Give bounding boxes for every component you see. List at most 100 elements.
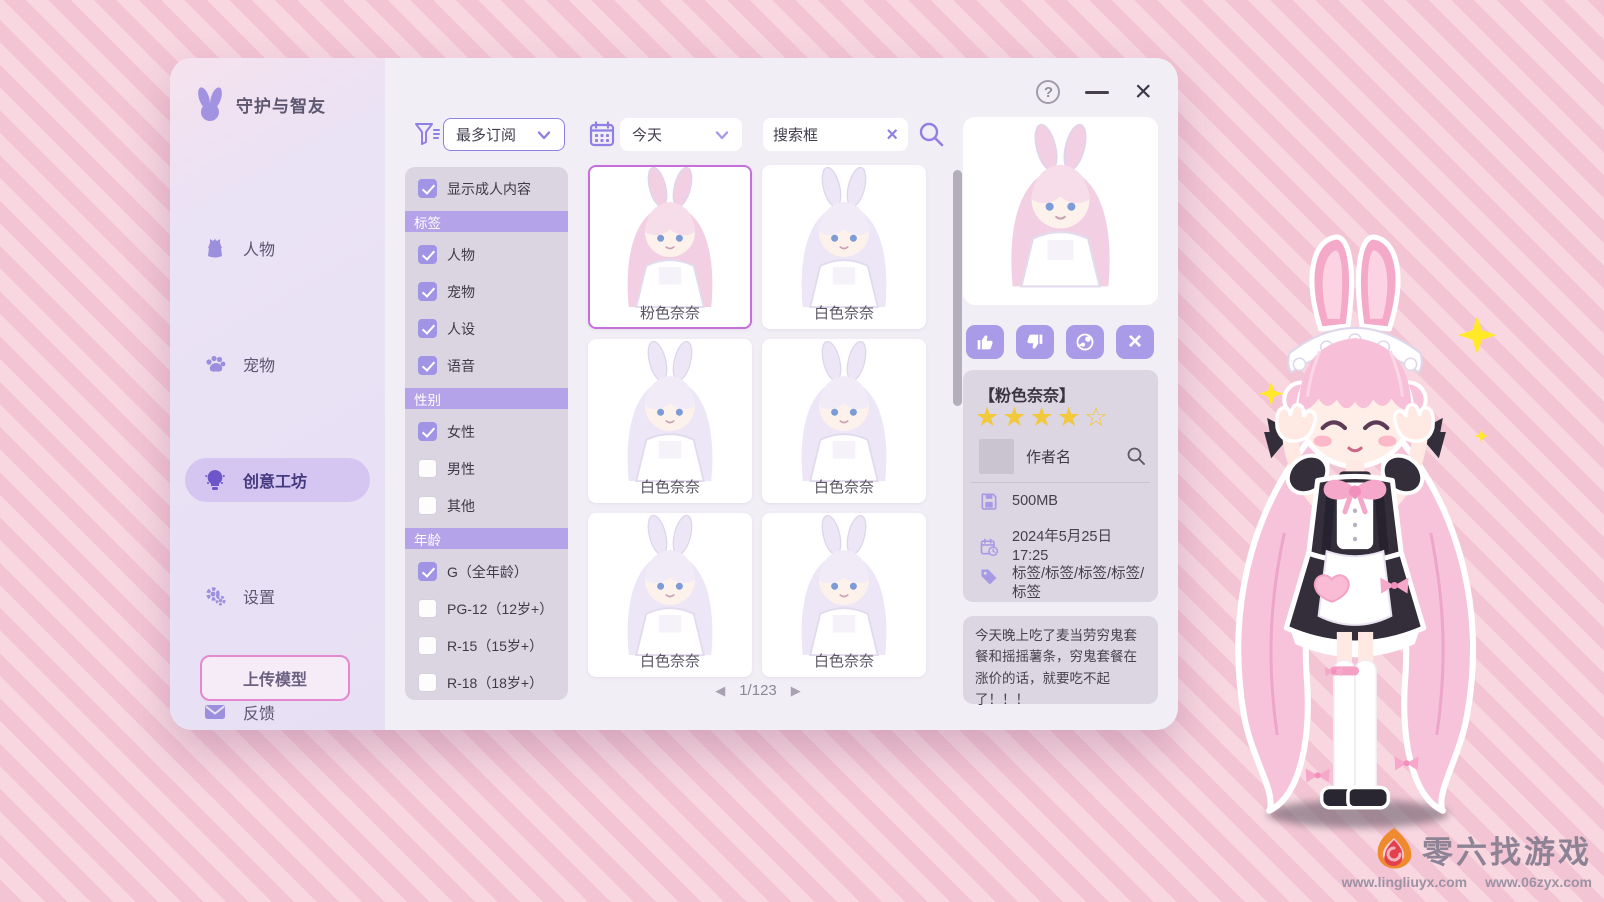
filter-tag-voice[interactable]: 语音 [405, 347, 568, 384]
filter-gender-other[interactable]: 其他 [405, 487, 568, 524]
minimize-button[interactable] [1084, 81, 1110, 103]
model-thumbnail [600, 515, 740, 665]
filter-show-adult[interactable]: 显示成人内容 [405, 170, 568, 207]
model-card-label: 白色奈奈 [588, 476, 752, 497]
filter-gender-male[interactable]: 男性 [405, 450, 568, 487]
filter-tag-persona[interactable]: 人设 [405, 310, 568, 347]
search-input[interactable] [773, 126, 878, 143]
watermark-logo-icon [1374, 826, 1414, 872]
floppy-disk-icon [979, 491, 999, 511]
date-dropdown[interactable]: 今天 [620, 118, 742, 151]
filter-age-pg12[interactable]: PG-12（12岁+） [405, 590, 568, 627]
watermark-site-name: 零六找游戏 [1422, 827, 1592, 872]
model-card[interactable]: 白色奈奈 [588, 513, 752, 677]
checkbox[interactable] [418, 673, 437, 692]
checkbox[interactable] [418, 356, 437, 375]
date-dropdown-value: 今天 [632, 124, 662, 145]
calendar-clock-icon [979, 537, 999, 557]
app-title: 守护与智友 [236, 92, 326, 117]
grid-scrollbar[interactable] [953, 170, 962, 406]
sidebar-item-workshop[interactable]: 创意工坊 [185, 458, 370, 502]
sparkle-icon [1259, 316, 1496, 443]
filter-tag-pet[interactable]: 宠物 [405, 273, 568, 310]
rating-stars[interactable]: ★★★★☆ [975, 402, 1111, 433]
page-indicator: 1/123 [739, 682, 777, 699]
help-icon: ? [1044, 84, 1053, 101]
model-card[interactable]: 白色奈奈 [588, 339, 752, 503]
x-icon: × [1128, 330, 1142, 354]
checkbox[interactable] [418, 319, 437, 338]
steam-button[interactable] [1066, 325, 1104, 359]
filter-section-gender: 性别 [405, 388, 568, 409]
checkbox-label: G（全年龄） [447, 562, 528, 582]
mail-icon [203, 700, 227, 724]
tag-icon [979, 567, 999, 587]
upload-model-button[interactable]: 上传模型 [200, 655, 350, 701]
star-filled-icon: ★ [1029, 402, 1056, 432]
model-thumbnail [774, 515, 914, 665]
sidebar-item-settings[interactable]: 设置 [185, 574, 370, 618]
sidebar-item-label: 创意工坊 [243, 468, 307, 492]
checkbox[interactable] [418, 599, 437, 618]
model-description-box[interactable]: 今天晚上吃了麦当劳穷鬼套餐和摇摇薯条，穷鬼套餐在涨价的话，就要吃不起了！！！ [963, 616, 1158, 704]
filter-age-r15[interactable]: R-15（15岁+） [405, 627, 568, 664]
clear-search-icon[interactable]: × [886, 125, 898, 145]
sort-dropdown[interactable]: 最多订阅 [443, 118, 565, 151]
sidebar-item-characters[interactable]: 人物 [185, 226, 370, 270]
star-filled-icon: ★ [1002, 402, 1029, 432]
pagination: ◀ 1/123 ▶ [588, 682, 928, 699]
file-size-row: 500MB [979, 491, 1148, 511]
model-card[interactable]: 白色奈奈 [762, 339, 926, 503]
mascot-character-art [1188, 230, 1522, 836]
checkbox[interactable] [418, 459, 437, 478]
divider [971, 482, 1150, 483]
model-info-panel: 【粉色奈奈】 ★★★★☆ 作者名 500MB [963, 370, 1158, 602]
filter-gender-female[interactable]: 女性 [405, 413, 568, 450]
checkbox-label: 宠物 [447, 282, 475, 302]
watermark: 零六找游戏 www.lingliuyx.com www.06zyx.com [1342, 826, 1592, 890]
star-filled-icon: ★ [975, 402, 1002, 432]
search-icon[interactable] [917, 120, 945, 148]
model-card[interactable]: 白色奈奈 [762, 165, 926, 329]
close-button[interactable]: × [1134, 81, 1152, 103]
checkbox[interactable] [418, 562, 437, 581]
model-thumbnail [774, 167, 914, 317]
sidebar-item-label: 人物 [243, 236, 275, 260]
sidebar-item-pets[interactable]: 宠物 [185, 342, 370, 386]
window-controls: ? × [1036, 80, 1152, 104]
upload-model-label: 上传模型 [243, 666, 307, 690]
tags-row: 标签/标签/标签/标签/标签 [979, 565, 1148, 603]
filter-age-r18[interactable]: R-18（18岁+） [405, 664, 568, 700]
remove-button[interactable]: × [1116, 325, 1154, 359]
star-filled-icon: ★ [1057, 402, 1084, 432]
model-description: 今天晚上吃了麦当劳穷鬼套餐和摇摇薯条，穷鬼套餐在涨价的话，就要吃不起了！！！ [975, 625, 1146, 710]
model-card[interactable]: 粉色奈奈 [588, 165, 752, 329]
checkbox[interactable] [418, 245, 437, 264]
next-page-button[interactable]: ▶ [791, 683, 801, 699]
filter-age-g[interactable]: G（全年龄） [405, 553, 568, 590]
dislike-button[interactable] [1016, 325, 1054, 359]
update-date-row: 2024年5月25日 17:25 [979, 528, 1148, 566]
thumbs-down-icon [1024, 331, 1046, 353]
checkbox[interactable] [418, 636, 437, 655]
like-button[interactable] [966, 325, 1004, 359]
model-card[interactable]: 白色奈奈 [762, 513, 926, 677]
model-thumbnail [600, 167, 740, 317]
checkbox[interactable] [418, 179, 437, 198]
checkbox[interactable] [418, 496, 437, 515]
filter-section-tags: 标签 [405, 211, 568, 232]
checkbox[interactable] [418, 282, 437, 301]
model-thumbnail [774, 341, 914, 491]
sidebar-item-label: 反馈 [243, 700, 275, 724]
help-button[interactable]: ? [1036, 80, 1060, 104]
model-card-label: 白色奈奈 [762, 650, 926, 671]
calendar-icon [588, 120, 616, 148]
search-box: × [763, 118, 908, 151]
filter-funnel-icon [413, 120, 441, 148]
author-search-icon[interactable] [1126, 446, 1146, 466]
author-name: 作者名 [1026, 446, 1114, 467]
filter-tag-character[interactable]: 人物 [405, 236, 568, 273]
checkbox[interactable] [418, 422, 437, 441]
prev-page-button[interactable]: ◀ [715, 683, 725, 699]
star-empty-icon: ☆ [1084, 402, 1111, 432]
